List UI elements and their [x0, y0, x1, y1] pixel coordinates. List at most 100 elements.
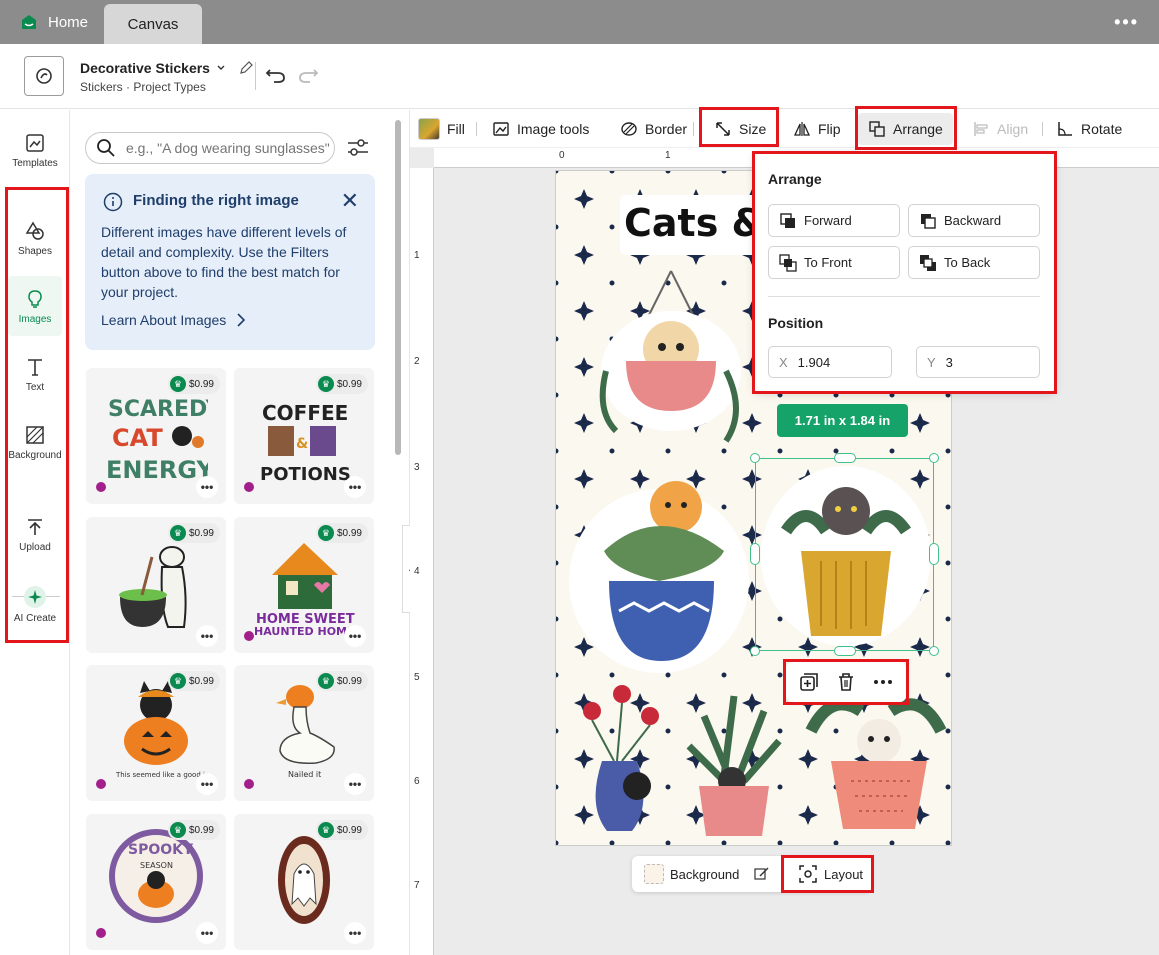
layout-button[interactable]: Layout [798, 856, 863, 892]
card-more-button[interactable]: ••• [196, 773, 218, 795]
arrange-button[interactable]: Arrange [858, 113, 953, 145]
arrange-label: Arrange [893, 121, 943, 137]
card-more-button[interactable]: ••• [344, 922, 366, 944]
image-tools-label: Image tools [517, 121, 590, 137]
left-nav: Templates Shapes Images Text Background … [0, 110, 70, 955]
position-y-field[interactable]: Y 3 [916, 346, 1040, 378]
resize-handle[interactable] [929, 543, 939, 565]
image-card-ghost-frame[interactable]: ♛ $0.99 ••• [234, 814, 374, 950]
nav-ai-create[interactable]: AI Create [8, 574, 62, 634]
lightbulb-icon [28, 289, 42, 308]
card-more-button[interactable]: ••• [196, 922, 218, 944]
upload-icon [28, 518, 42, 535]
trash-icon[interactable] [835, 671, 857, 693]
coffee-potions-image: COFFEE & POTIONS [260, 401, 350, 485]
premium-badge-icon [244, 779, 254, 789]
arrange-heading: Arrange [768, 171, 822, 187]
position-x-field[interactable]: X 1.904 [768, 346, 892, 378]
nav-shapes[interactable]: Shapes [8, 208, 62, 268]
ruler-tick-label: 0 [559, 150, 565, 161]
edit-background-icon[interactable] [754, 866, 770, 882]
shapes-icon [25, 221, 44, 240]
resize-handle[interactable] [834, 453, 856, 463]
ruler-tick-label: 1 [414, 250, 420, 261]
nav-upload[interactable]: Upload [8, 504, 62, 564]
fill-label: Fill [447, 121, 465, 137]
crown-icon: ♛ [317, 376, 334, 392]
duplicate-icon[interactable] [798, 671, 820, 693]
resize-handle[interactable] [929, 453, 939, 463]
nav-images[interactable]: Images [8, 276, 62, 336]
more-menu-icon[interactable]: ••• [1114, 12, 1139, 33]
to-front-button[interactable]: To Front [768, 246, 900, 279]
image-card-scaredy-cat[interactable]: SCAREDY CAT ENERGY ♛$0.99 ••• [86, 368, 226, 504]
sticker-blue-pot-cat[interactable] [564, 471, 754, 676]
search-icon [97, 139, 115, 157]
image-card-goose-pumpkin[interactable]: Nailed it ♛ $0.99 ••• [234, 665, 374, 801]
card-more-button[interactable]: ••• [344, 625, 366, 647]
premium-badge-icon [244, 482, 254, 492]
search-input[interactable] [126, 140, 331, 156]
resize-handle[interactable] [750, 646, 760, 656]
backward-button[interactable]: Backward [908, 204, 1040, 237]
rotate-button[interactable]: Rotate [1056, 110, 1122, 148]
sticker-salmon-pot-cat[interactable] [801, 681, 951, 841]
backward-label: Backward [944, 213, 1002, 228]
sticker-vase-cat[interactable] [562, 676, 672, 846]
x-value[interactable]: 1.904 [798, 355, 831, 370]
canvas-title-text[interactable]: Cats & [624, 201, 765, 245]
price-label: $0.99 [336, 675, 362, 687]
card-more-button[interactable]: ••• [196, 476, 218, 498]
image-card-frog-cauldron[interactable]: ♛ $0.99 ••• [86, 517, 226, 653]
selection-box[interactable] [755, 458, 934, 651]
nav-text[interactable]: Text [8, 344, 62, 404]
pencil-icon[interactable] [238, 60, 254, 76]
canvas-tab[interactable]: Canvas [104, 4, 202, 44]
layout-label: Layout [824, 866, 864, 882]
project-title[interactable]: Decorative Stickers [80, 60, 254, 76]
send-to-back-icon [920, 254, 936, 271]
home-tab[interactable]: Home [0, 0, 110, 44]
filter-icon[interactable] [346, 138, 370, 158]
to-back-button[interactable]: To Back [908, 246, 1040, 279]
resize-handle[interactable] [750, 453, 760, 463]
size-button[interactable]: Size [714, 110, 766, 148]
align-button[interactable]: Align [972, 110, 1028, 148]
card-more-button[interactable]: ••• [196, 625, 218, 647]
image-card-coffee-potions[interactable]: COFFEE & POTIONS ♛ $0.99 ••• [234, 368, 374, 504]
background-button[interactable]: Background [644, 856, 739, 892]
more-options-icon[interactable] [872, 671, 894, 693]
close-icon[interactable]: ✕ [341, 188, 359, 214]
price-label: $0.99 [336, 378, 362, 390]
border-button[interactable]: Border [620, 110, 687, 148]
undo-icon[interactable] [264, 62, 288, 86]
price-badge: ♛ $0.99 [315, 671, 368, 691]
flip-button[interactable]: Flip [793, 110, 841, 148]
learn-about-images-link[interactable]: Learn About Images [101, 312, 246, 328]
forward-button[interactable]: Forward [768, 204, 900, 237]
y-value[interactable]: 3 [946, 355, 953, 370]
divider [255, 62, 256, 90]
nav-templates[interactable]: Templates [8, 120, 62, 180]
sticker-pink-pot-cat[interactable] [674, 686, 794, 846]
panel-scrollbar[interactable] [395, 120, 401, 455]
image-tools-button[interactable]: Image tools [492, 110, 589, 148]
resize-handle[interactable] [834, 646, 856, 656]
image-card-spooky-season[interactable]: SPOOKY SEASON ♛ $0.99 ••• [86, 814, 226, 950]
project-menu-button[interactable] [24, 56, 64, 96]
search-box[interactable] [85, 132, 335, 164]
align-icon [974, 122, 988, 136]
image-card-cat-pumpkin[interactable]: This seemed like a good idea. ♛$0.99 ••• [86, 665, 226, 801]
size-label: Size [739, 121, 767, 137]
image-card-haunted-home[interactable]: HOME SWEET HAUNTED HOME ♛ $0.99 ••• [234, 517, 374, 653]
resize-handle[interactable] [929, 646, 939, 656]
resize-handle[interactable] [750, 543, 760, 565]
card-more-button[interactable]: ••• [344, 773, 366, 795]
nav-background[interactable]: Background [8, 412, 62, 472]
redo-icon[interactable] [296, 62, 320, 86]
card-more-button[interactable]: ••• [344, 476, 366, 498]
svg-text:CAT: CAT [112, 424, 163, 452]
send-backward-icon [921, 213, 936, 229]
fill-button[interactable]: Fill [418, 110, 465, 148]
sticker-hanging-cat[interactable] [576, 261, 756, 461]
